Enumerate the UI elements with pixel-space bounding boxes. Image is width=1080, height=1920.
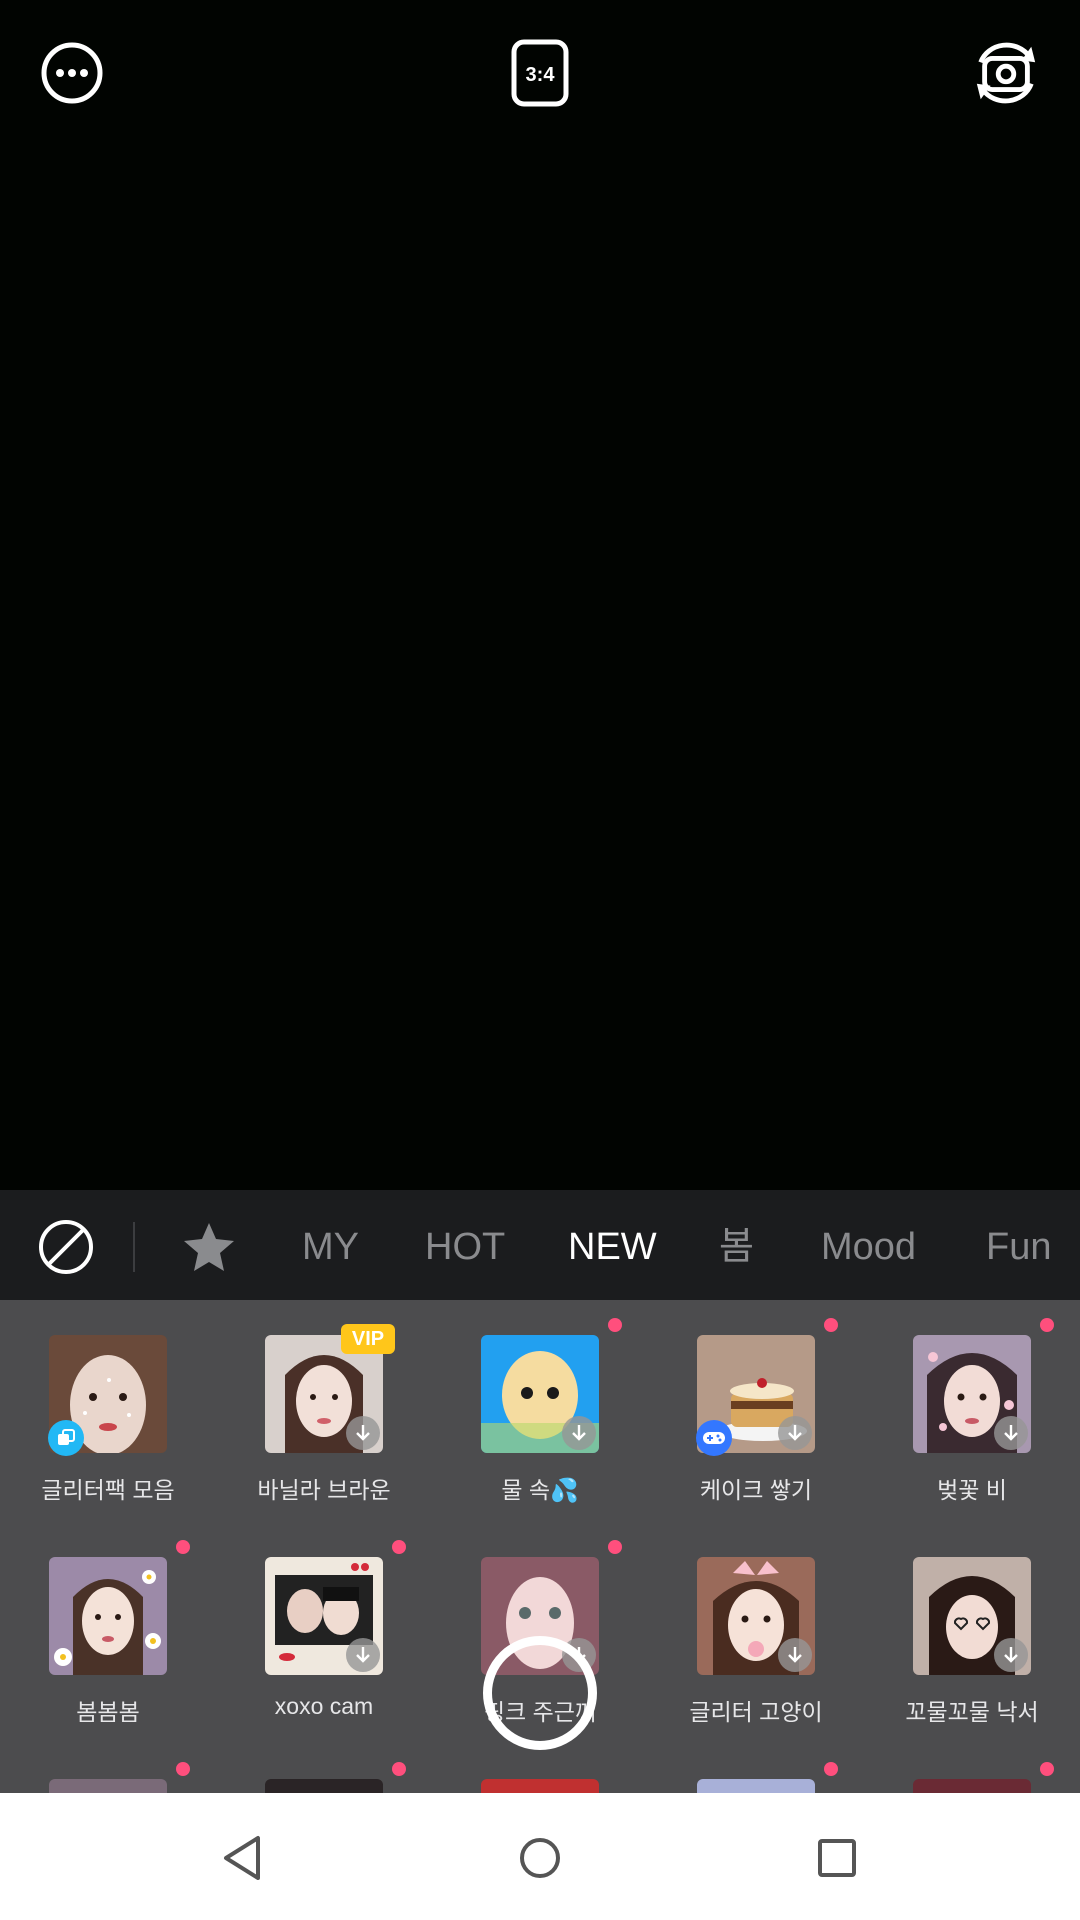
more-horizontal-circle-icon <box>41 42 103 104</box>
camera-viewport[interactable]: 3:4 <box>0 0 1080 1190</box>
effect-thumbnail <box>481 1779 599 1793</box>
camera-app: 3:4 MY HOT NEW 봄 Mood Fun 글리터팩 모음 VIP 바닐… <box>0 0 1080 1920</box>
tab-my[interactable]: MY <box>302 1222 359 1272</box>
tab-mood[interactable]: Mood <box>821 1222 916 1272</box>
no-filter-icon <box>39 1220 93 1274</box>
tab-new[interactable]: NEW <box>568 1222 657 1272</box>
effect-item[interactable] <box>864 1744 1080 1793</box>
nav-back-button[interactable] <box>212 1828 272 1888</box>
effect-thumbnail <box>49 1557 167 1675</box>
vip-badge: VIP <box>341 1324 395 1354</box>
new-indicator <box>1040 1762 1054 1776</box>
effect-item[interactable]: 글리터 고양이 <box>648 1522 864 1742</box>
nav-recents-button[interactable] <box>807 1828 867 1888</box>
home-circle-icon <box>520 1838 560 1878</box>
download-icon <box>562 1416 596 1450</box>
multi-icon <box>58 1429 75 1445</box>
new-indicator <box>1040 1318 1054 1332</box>
download-icon <box>346 1416 380 1450</box>
effect-label: 케이크 쌓기 <box>699 1477 813 1503</box>
effect-label: xoxo cam <box>274 1693 374 1719</box>
new-indicator <box>824 1762 838 1776</box>
back-triangle-icon <box>224 1836 260 1880</box>
effect-item[interactable]: 봄봄봄 <box>0 1522 216 1742</box>
tab-spring[interactable]: 봄 <box>719 1222 754 1272</box>
aspect-ratio-label: 3:4 <box>526 64 556 86</box>
effect-thumbnail <box>49 1779 167 1793</box>
effect-item[interactable]: xoxo cam <box>216 1522 432 1742</box>
download-icon <box>994 1416 1028 1450</box>
new-indicator <box>176 1540 190 1554</box>
effect-thumbnail <box>913 1779 1031 1793</box>
more-menu-button[interactable] <box>37 38 107 108</box>
download-icon <box>778 1638 812 1672</box>
effect-item[interactable]: 글리터팩 모음 <box>0 1300 216 1520</box>
effect-label: 바닐라 브라운 <box>257 1477 391 1503</box>
effect-label: 봄봄봄 <box>76 1699 140 1725</box>
new-indicator <box>824 1318 838 1332</box>
effect-label: 글리터팩 모음 <box>41 1477 175 1503</box>
game-effect-badge <box>696 1420 732 1456</box>
aspect-ratio-icon: 3:4 <box>511 39 569 107</box>
download-icon <box>778 1416 812 1450</box>
recents-square-icon <box>818 1839 856 1877</box>
shutter-button[interactable] <box>483 1636 597 1750</box>
effect-thumbnail <box>265 1779 383 1793</box>
effect-thumbnail <box>697 1779 815 1793</box>
effect-item[interactable]: VIP 바닐라 브라운 <box>216 1300 432 1520</box>
effect-item[interactable] <box>216 1744 432 1793</box>
effect-label: 글리터 고양이 <box>689 1699 823 1725</box>
star-icon <box>184 1223 234 1271</box>
new-indicator <box>392 1540 406 1554</box>
effect-label: 꼬물꼬물 낙서 <box>905 1699 1039 1725</box>
camera-flip-button[interactable] <box>971 38 1041 108</box>
effect-item[interactable] <box>0 1744 216 1793</box>
aspect-ratio-button[interactable]: 3:4 <box>505 38 575 108</box>
effect-item[interactable]: 케이크 쌓기 <box>648 1300 864 1520</box>
effect-item[interactable] <box>648 1744 864 1793</box>
tab-hot[interactable]: HOT <box>425 1222 505 1272</box>
tab-fun[interactable]: Fun <box>986 1222 1051 1272</box>
camera-flip-icon <box>976 42 1036 104</box>
new-indicator <box>176 1762 190 1776</box>
effect-label: 벚꽃 비 <box>937 1477 1007 1503</box>
category-bar <box>0 1190 1080 1300</box>
favorites-tab[interactable] <box>182 1221 236 1273</box>
effect-item[interactable]: 물 속💦 <box>432 1300 648 1520</box>
multi-effect-badge <box>48 1420 84 1456</box>
new-indicator <box>608 1540 622 1554</box>
effect-label: 물 속💦 <box>501 1477 579 1503</box>
game-icon <box>703 1432 725 1444</box>
download-icon <box>346 1638 380 1672</box>
effect-item[interactable] <box>432 1744 648 1793</box>
nav-home-button[interactable] <box>510 1828 570 1888</box>
download-icon <box>994 1638 1028 1672</box>
effect-item[interactable]: 벚꽃 비 <box>864 1300 1080 1520</box>
new-indicator <box>392 1762 406 1776</box>
no-filter-button[interactable] <box>37 1218 95 1276</box>
new-indicator <box>608 1318 622 1332</box>
category-divider <box>133 1222 135 1272</box>
effect-item[interactable]: 꼬물꼬물 낙서 <box>864 1522 1080 1742</box>
